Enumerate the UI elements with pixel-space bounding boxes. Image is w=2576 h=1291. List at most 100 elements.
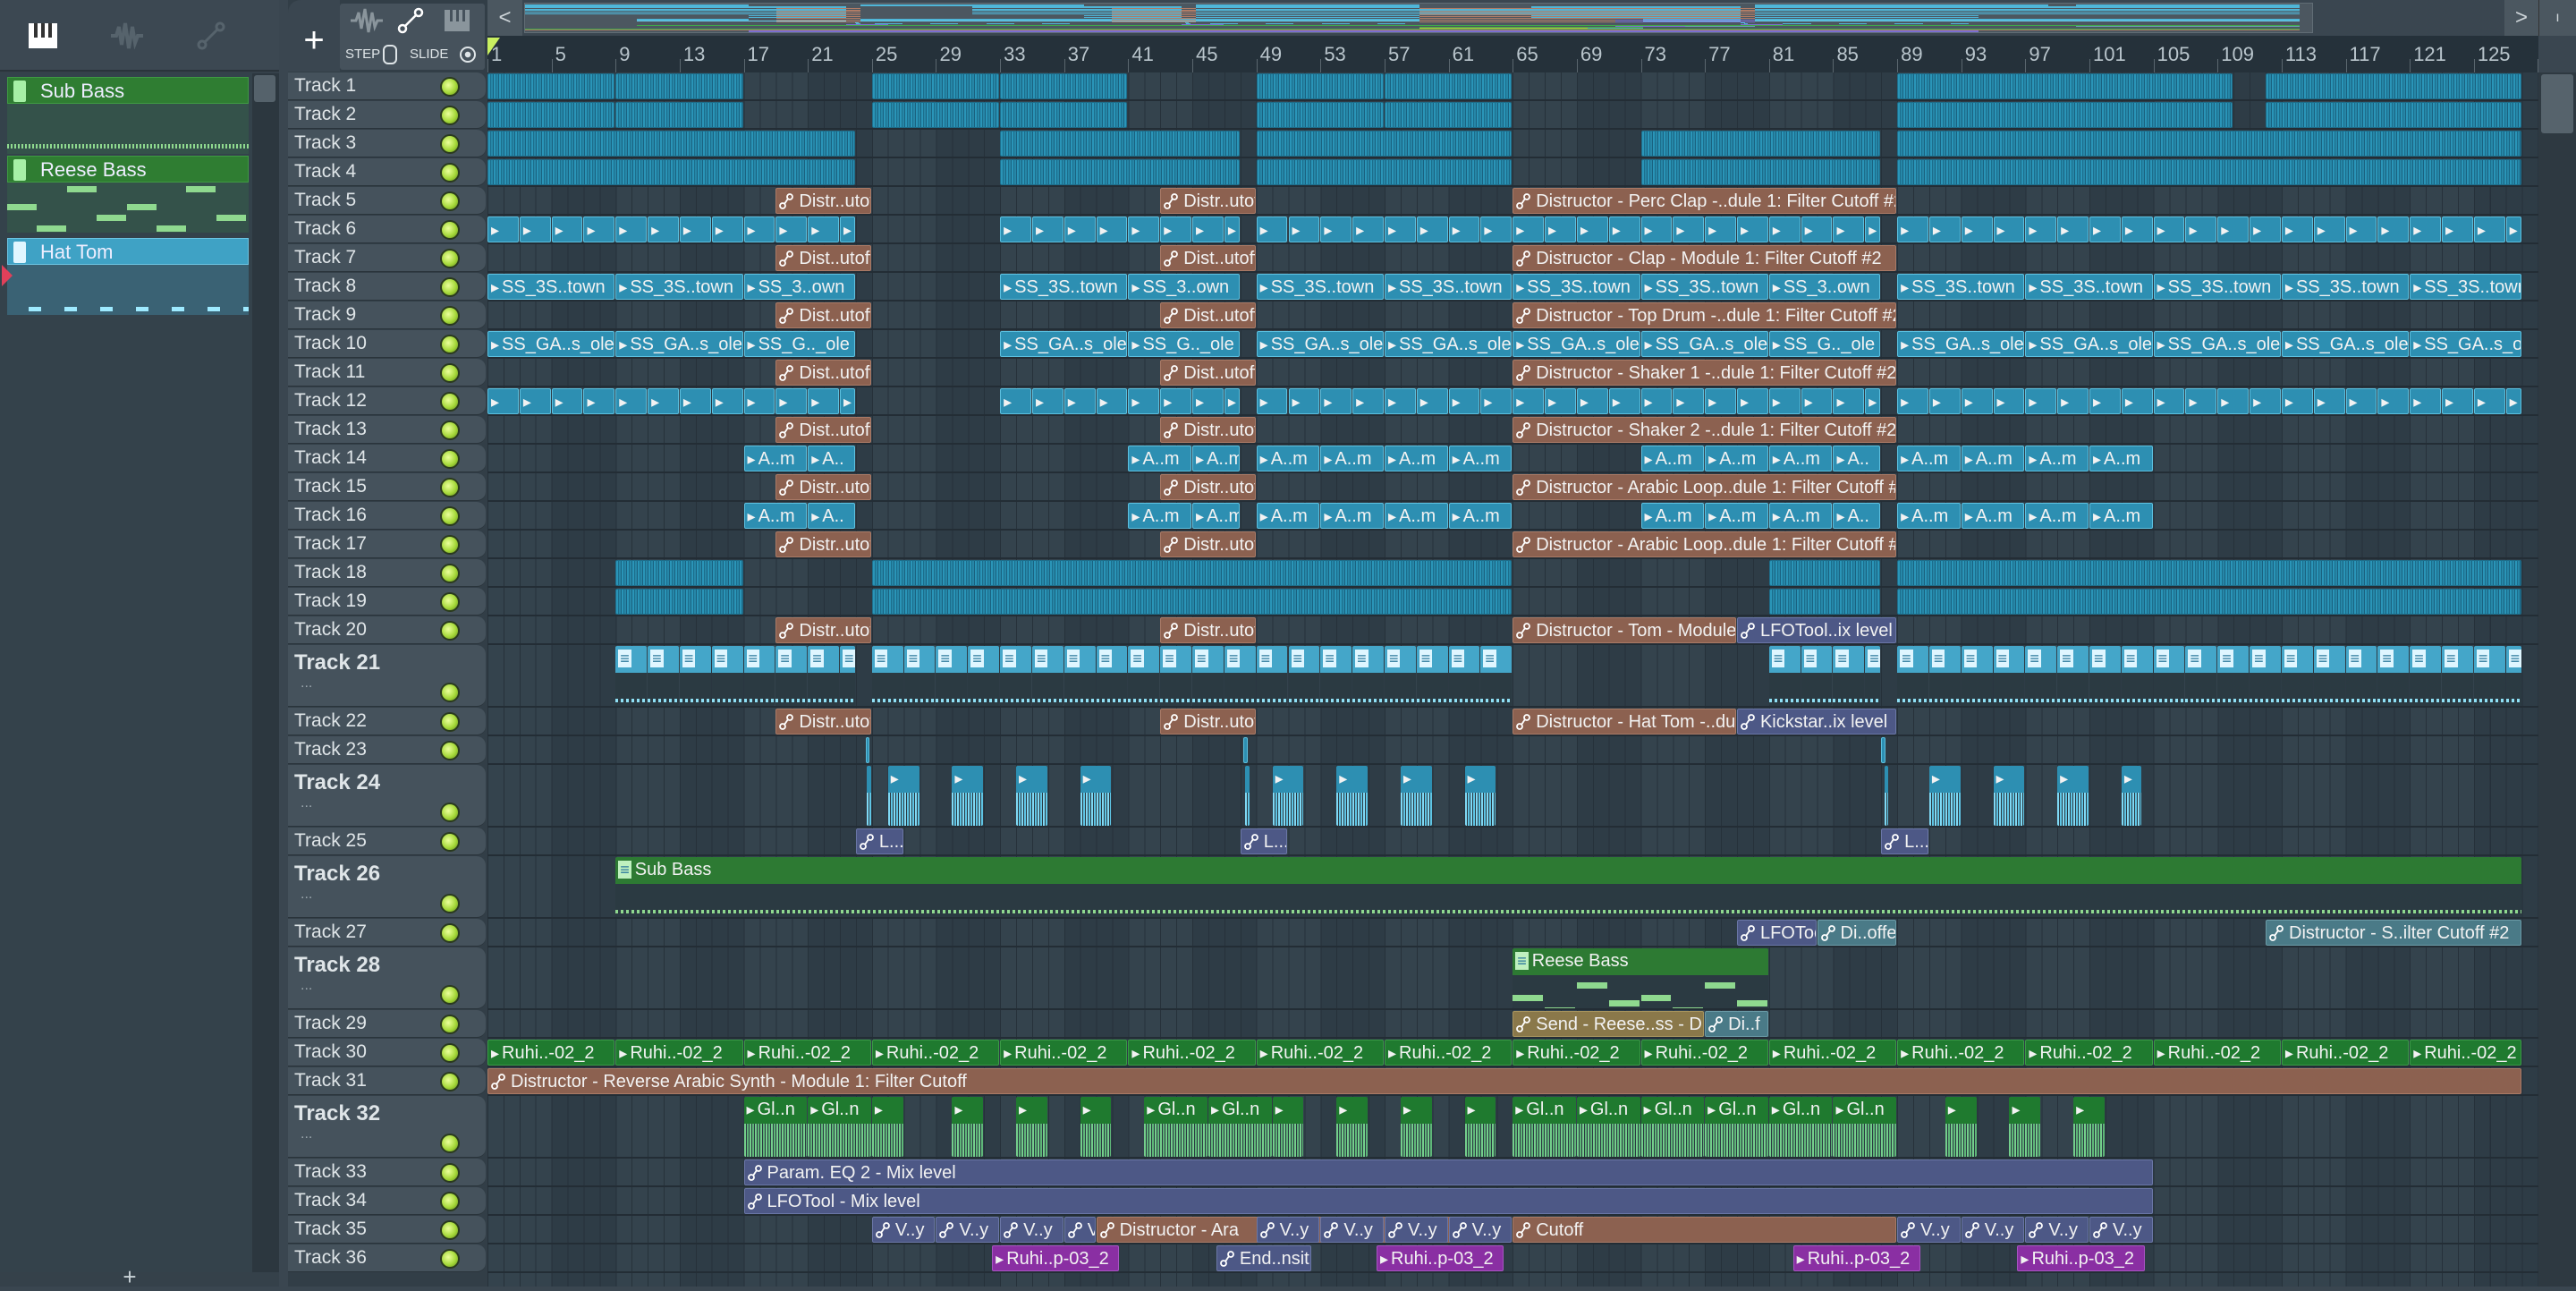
audio-clip[interactable]: ▸ <box>2345 217 2377 242</box>
audio-clip[interactable]: ▸ <box>1000 388 1031 414</box>
track-header[interactable]: Track 1 <box>288 72 486 100</box>
automation-clip[interactable]: Dist..utoff <box>775 245 871 271</box>
track-header[interactable]: Track 14 <box>288 445 486 472</box>
audio-clip[interactable] <box>487 73 615 99</box>
audio-clip[interactable]: ▸ <box>1576 217 1608 242</box>
pattern-clip[interactable]: ≡ <box>903 646 936 706</box>
audio-clip[interactable]: ▸A..m <box>1640 503 1705 529</box>
track-header[interactable]: Track 12 <box>288 387 486 415</box>
audio-clip[interactable]: ▸ <box>1192 217 1224 242</box>
track-mute-led[interactable] <box>440 420 460 440</box>
audio-clip[interactable] <box>615 73 743 99</box>
audio-clip[interactable]: ▸ SS_3S..town <box>2025 274 2153 300</box>
audio-clip[interactable]: ▸ <box>551 388 583 414</box>
track-mute-led[interactable] <box>440 535 460 555</box>
audio-clip[interactable]: ▸A..m <box>2025 503 2089 529</box>
audio-clip[interactable]: ▸ Ruhi..-02_2 <box>743 1040 871 1066</box>
timeline-ruler[interactable]: 1 5 9 13 17 21 25 29 33 37 41 45 49 53 57 61 65 69 73 77 81 8… <box>487 36 2538 72</box>
audio-clip[interactable]: ▸A..m <box>1320 503 1384 529</box>
audio-clip[interactable]: ▸SS_GA..s_ole <box>487 331 615 357</box>
automation-clip[interactable]: Send - Reese..ss - D <box>1513 1011 1705 1037</box>
audio-clip[interactable]: ▸ Ruhi..p-03_2 <box>1792 1245 1920 1271</box>
audio-clip[interactable]: ▸ <box>2217 217 2250 242</box>
audio-clip[interactable] <box>871 589 1513 615</box>
track-mute-led[interactable] <box>440 106 460 125</box>
audio-clip[interactable]: ▸ <box>1961 388 1993 414</box>
track-mute-led[interactable] <box>440 220 460 240</box>
audio-clip[interactable]: ▸ <box>840 217 855 242</box>
audio-clip[interactable]: ▸ <box>2345 388 2377 414</box>
audio-clip[interactable]: ▸ <box>615 217 648 242</box>
audio-clip[interactable] <box>1881 737 1885 763</box>
audio-clip[interactable] <box>1768 589 1881 615</box>
audio-clip[interactable]: ▸ SS_3S..town <box>2281 274 2410 300</box>
audio-clip[interactable]: ▸A..m <box>2025 446 2089 471</box>
pattern-clip[interactable]: ≡ <box>1224 646 1256 706</box>
automation-clip[interactable]: Distr..utoff <box>775 188 871 214</box>
pattern-clip[interactable]: ≡ <box>2217 646 2250 706</box>
track-mute-led[interactable] <box>440 894 460 913</box>
audio-clip[interactable]: ▸ <box>1480 217 1513 242</box>
automation-clip[interactable]: Dist..utoff <box>1160 360 1256 386</box>
audio-clip[interactable]: ▸ Ruhi..-02_2 <box>2281 1040 2410 1066</box>
pattern-clip[interactable]: ≡ <box>1096 646 1128 706</box>
audio-clip[interactable]: ▸SS_GA..s_ole <box>1000 331 1128 357</box>
audio-clip[interactable]: ▸ SS_3S..town <box>1897 274 2025 300</box>
audio-clip[interactable]: ▸ <box>1352 217 1384 242</box>
audio-clip[interactable]: ▸A..m <box>743 503 808 529</box>
audio-clip[interactable]: ▸ <box>2377 217 2410 242</box>
audio-clip[interactable]: ▸A..m <box>1192 446 1240 471</box>
audio-clip[interactable]: ▸ Gl..n <box>1208 1097 1272 1157</box>
audio-clip[interactable]: ▸SS_GA..s_ole <box>1513 331 1640 357</box>
pattern-clip[interactable]: ≡ Sub Bass <box>615 857 2521 917</box>
audio-clip[interactable] <box>865 737 870 763</box>
audio-clip[interactable]: ▸ <box>1464 766 1496 826</box>
audio-clip[interactable] <box>1768 560 1881 586</box>
audio-clip[interactable]: ▸ <box>1768 388 1801 414</box>
slide-toggle[interactable] <box>460 47 476 63</box>
audio-clip[interactable]: ▸ <box>583 388 615 414</box>
pattern-clip[interactable]: ≡ <box>1801 646 1833 706</box>
track-mute-led[interactable] <box>440 449 460 469</box>
track-mute-led[interactable] <box>440 1249 460 1269</box>
audio-clip[interactable]: ▸A..m <box>1897 446 1961 471</box>
audio-clip[interactable]: ▸ <box>1480 388 1513 414</box>
audio-clip[interactable]: ▸ <box>2250 388 2281 414</box>
pattern-clip[interactable]: ≡ <box>1416 646 1448 706</box>
audio-clip[interactable]: ▸A..m <box>1705 446 1768 471</box>
audio-clip[interactable]: ▸ Gl..n <box>1513 1097 1576 1157</box>
audio-clip[interactable]: ▸ <box>679 388 711 414</box>
audio-clip[interactable]: ▸ <box>1031 217 1063 242</box>
audio-clip[interactable] <box>1256 159 1513 185</box>
pattern-clip[interactable]: ≡ <box>615 646 648 706</box>
audio-clip[interactable]: ▸ <box>1224 217 1240 242</box>
audio-clip[interactable]: ▸ <box>551 217 583 242</box>
track-header[interactable]: Track 34 <box>288 1187 486 1215</box>
track-mute-led[interactable] <box>440 249 460 268</box>
audio-clip[interactable]: ▸ <box>1288 217 1320 242</box>
audio-clip[interactable] <box>487 131 855 157</box>
audio-clip[interactable]: ▸ <box>1928 217 1961 242</box>
audio-clip[interactable]: ▸ <box>2153 388 2185 414</box>
track-header[interactable]: Track 2 <box>288 101 486 129</box>
audio-clip[interactable]: ▸A..m <box>1768 503 1833 529</box>
audio-clip[interactable]: ▸ <box>487 388 519 414</box>
track-mute-led[interactable] <box>440 564 460 583</box>
automation-clip[interactable]: Distructor - Shaker 2 -..dule 1: Filter … <box>1513 417 1897 443</box>
audio-clip[interactable]: ▸ <box>743 388 775 414</box>
audio-clip[interactable]: ▸ <box>2121 217 2153 242</box>
track-header[interactable]: Track 16 <box>288 502 486 530</box>
audio-clip[interactable]: ▸ Ruhi..-02_2 <box>1384 1040 1513 1066</box>
audio-clip[interactable]: ▸A..m <box>1192 503 1240 529</box>
pattern-clip[interactable]: ≡ <box>2250 646 2281 706</box>
audio-clip[interactable]: ▸ SS_3S..town <box>1000 274 1128 300</box>
audio-clip[interactable]: ▸ <box>1160 388 1192 414</box>
automation-clip[interactable]: Param. EQ 2 - Mix level <box>743 1159 2153 1185</box>
audio-clip[interactable]: ▸ <box>2057 766 2089 826</box>
automation-clip[interactable]: Kickstar..ix level <box>1736 709 1897 735</box>
audio-clip[interactable] <box>871 102 1000 128</box>
audio-clip[interactable]: ▸ <box>1801 217 1833 242</box>
audio-clip[interactable]: ▸ Ruhi..p-03_2 <box>992 1245 1120 1271</box>
automation-clip[interactable]: Di..f <box>1705 1011 1768 1037</box>
track-mute-led[interactable] <box>440 1134 460 1153</box>
